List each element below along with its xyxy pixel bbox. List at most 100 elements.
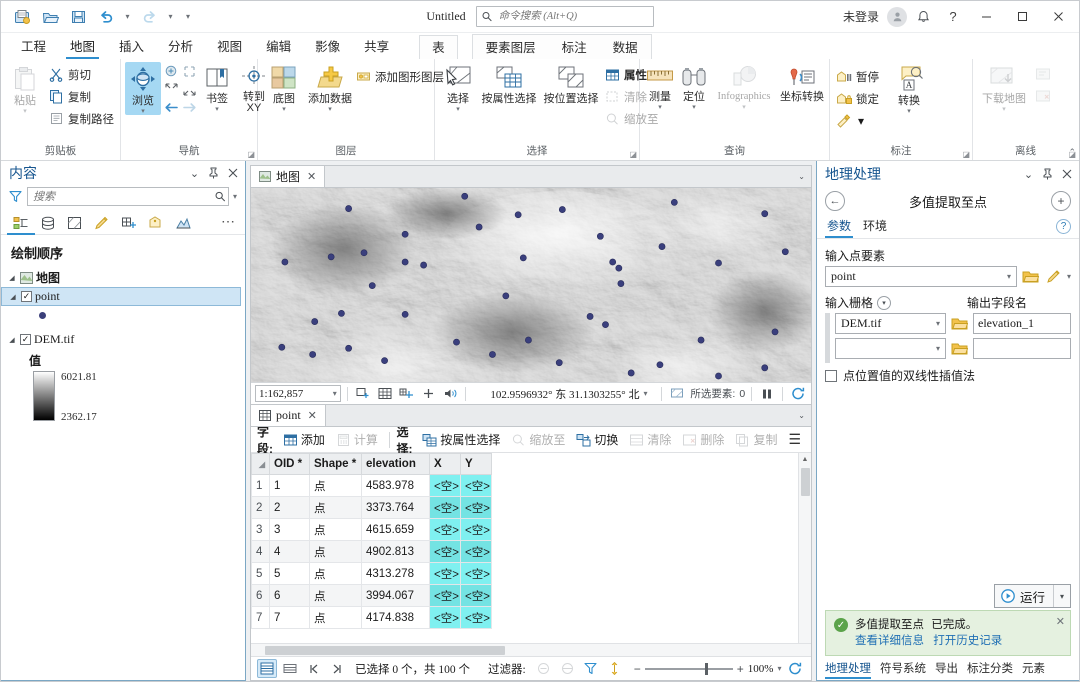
- cell-x[interactable]: <空>: [429, 606, 461, 629]
- cell-elevation[interactable]: 3994.067: [361, 584, 430, 607]
- tab-view[interactable]: 视图: [205, 35, 254, 59]
- paste-button[interactable]: 粘贴 ▾: [5, 62, 45, 115]
- chevron-down-icon[interactable]: ▾: [877, 295, 892, 310]
- bilinear-checkbox[interactable]: [825, 369, 837, 382]
- table-row[interactable]: 4 4 点 4902.813 <空> <空>: [251, 540, 492, 563]
- expand-twisty-icon[interactable]: ◢: [8, 293, 18, 301]
- convert-labels-button[interactable]: A 转换 ▾: [886, 62, 932, 115]
- cell-oid[interactable]: 2: [269, 496, 310, 519]
- table-options-menu-icon[interactable]: ☰: [784, 431, 805, 448]
- undo-icon[interactable]: [93, 5, 119, 29]
- create-dropdown-icon[interactable]: ▾: [1067, 272, 1071, 281]
- tab-labeling[interactable]: 标注: [549, 35, 600, 59]
- cell-y[interactable]: <空>: [460, 606, 492, 629]
- list-by-editing-icon[interactable]: [90, 212, 114, 234]
- tab-insert[interactable]: 插入: [107, 35, 156, 59]
- view-details-link[interactable]: 查看详细信息: [855, 635, 924, 647]
- switch-selection-button[interactable]: 切换: [572, 430, 622, 449]
- tab-map[interactable]: 地图: [58, 35, 107, 59]
- cell-x[interactable]: <空>: [429, 518, 461, 541]
- browse-folder-icon[interactable]: [950, 314, 969, 333]
- cell-x[interactable]: <空>: [429, 496, 461, 519]
- grid-vertical-scrollbar[interactable]: ▲: [798, 453, 811, 643]
- cell-x[interactable]: <空>: [429, 540, 461, 563]
- browse-folder-icon[interactable]: [950, 339, 969, 358]
- contents-pin-icon[interactable]: [205, 164, 222, 182]
- cell-shape[interactable]: 点: [309, 496, 362, 519]
- offline-sync-button[interactable]: [1033, 64, 1057, 85]
- close-button[interactable]: [1041, 2, 1075, 32]
- list-by-snapping-icon[interactable]: [117, 212, 141, 234]
- measure-dropdown-icon[interactable]: ▾: [658, 104, 662, 111]
- tab-environments[interactable]: 环境: [861, 216, 889, 238]
- maximize-button[interactable]: [1005, 2, 1039, 32]
- run-button[interactable]: 运行 ▾: [993, 584, 1071, 608]
- filter-selected-icon[interactable]: [534, 659, 554, 678]
- scroll-thumb-horizontal[interactable]: [265, 645, 505, 655]
- zoom-track[interactable]: [644, 662, 733, 675]
- cell-shape[interactable]: 点: [309, 518, 362, 541]
- chevron-down-icon[interactable]: ▾: [933, 344, 943, 353]
- infographics-button[interactable]: Infographics ▾: [712, 62, 776, 111]
- clear-selection-table-button[interactable]: 清除: [625, 430, 675, 449]
- tab-analysis[interactable]: 分析: [156, 35, 205, 59]
- customize-qat-icon[interactable]: ▾: [179, 5, 197, 29]
- doctab-map[interactable]: 地图 ✕: [251, 166, 326, 187]
- tab-parameters[interactable]: 参数: [825, 216, 854, 238]
- more-labeling-button[interactable]: ▾: [834, 110, 884, 131]
- notifications-bell-icon[interactable]: [909, 4, 937, 30]
- tab-data[interactable]: 数据: [600, 35, 651, 59]
- collapse-ribbon-icon[interactable]: ⌃: [1068, 147, 1076, 158]
- cell-y[interactable]: <空>: [460, 496, 492, 519]
- coordinate-conversion-button[interactable]: 坐标转换: [778, 62, 826, 103]
- previous-extent-icon[interactable]: [163, 100, 180, 115]
- select-all-icon[interactable]: [354, 385, 372, 402]
- cut-button[interactable]: 剪切: [47, 64, 119, 85]
- dock-tab-geoprocessing[interactable]: 地理处理: [825, 660, 871, 679]
- fixed-zoom-in-icon[interactable]: [164, 64, 179, 79]
- zoom-to-previous-extent-icon[interactable]: [164, 82, 179, 97]
- toc-layer-dem[interactable]: ◢ ✓ DEM.tif: [1, 330, 245, 349]
- grid-horizontal-scrollbar[interactable]: [251, 643, 811, 656]
- selection-dialog-launcher[interactable]: ◪: [629, 150, 637, 159]
- help-icon[interactable]: ?: [1056, 219, 1071, 234]
- close-icon[interactable]: ✕: [306, 409, 317, 422]
- add-field-button[interactable]: 添加: [279, 430, 329, 449]
- add-icon[interactable]: [420, 385, 438, 402]
- cell-y[interactable]: <空>: [460, 562, 492, 585]
- locate-dropdown-icon[interactable]: ▾: [692, 104, 696, 111]
- cell-shape[interactable]: 点: [309, 562, 362, 585]
- contents-search-dropdown-icon[interactable]: ▾: [233, 192, 239, 201]
- fixed-zoom-out-icon[interactable]: [182, 64, 197, 79]
- first-record-icon[interactable]: [304, 659, 324, 678]
- refresh-icon[interactable]: [789, 385, 807, 402]
- sign-in-status[interactable]: 未登录: [837, 8, 885, 25]
- cell-shape[interactable]: 点: [309, 584, 362, 607]
- layer-visibility-checkbox[interactable]: ✓: [21, 291, 32, 302]
- zoom-out-icon[interactable]: −: [634, 662, 641, 676]
- copy-selection-button[interactable]: 复制: [731, 430, 781, 449]
- browse-folder-icon[interactable]: [1021, 267, 1040, 286]
- output-field-1[interactable]: elevation_1: [973, 313, 1071, 334]
- zoom-to-next-extent-icon[interactable]: [182, 82, 197, 97]
- cell-shape[interactable]: 点: [309, 474, 362, 497]
- table-row[interactable]: 3 3 点 4615.659 <空> <空>: [251, 518, 492, 541]
- chevron-down-icon[interactable]: ▾: [333, 389, 337, 398]
- help-icon[interactable]: ?: [939, 4, 967, 30]
- cell-x[interactable]: <空>: [429, 474, 461, 497]
- save-project-icon[interactable]: [65, 5, 91, 29]
- undo-dropdown-icon[interactable]: ▾: [121, 5, 134, 29]
- calculate-field-button[interactable]: 计算: [332, 430, 382, 449]
- contents-search-box[interactable]: [27, 187, 229, 206]
- column-header-shape[interactable]: Shape *: [309, 453, 362, 475]
- cell-oid[interactable]: 5: [269, 562, 310, 585]
- toc-map-root[interactable]: ◢ 地图: [1, 268, 245, 287]
- cell-y[interactable]: <空>: [460, 540, 492, 563]
- download-map-dropdown-icon[interactable]: ▾: [1002, 106, 1006, 113]
- select-button[interactable]: 选择 ▾: [439, 62, 477, 113]
- contents-search-input[interactable]: [31, 189, 215, 204]
- raster-combo-2[interactable]: ▾: [835, 338, 946, 359]
- geoprocessing-close-icon[interactable]: [1058, 165, 1075, 183]
- open-history-link[interactable]: 打开历史记录: [933, 635, 1002, 647]
- lock-labeling-button[interactable]: 锁定: [834, 88, 884, 109]
